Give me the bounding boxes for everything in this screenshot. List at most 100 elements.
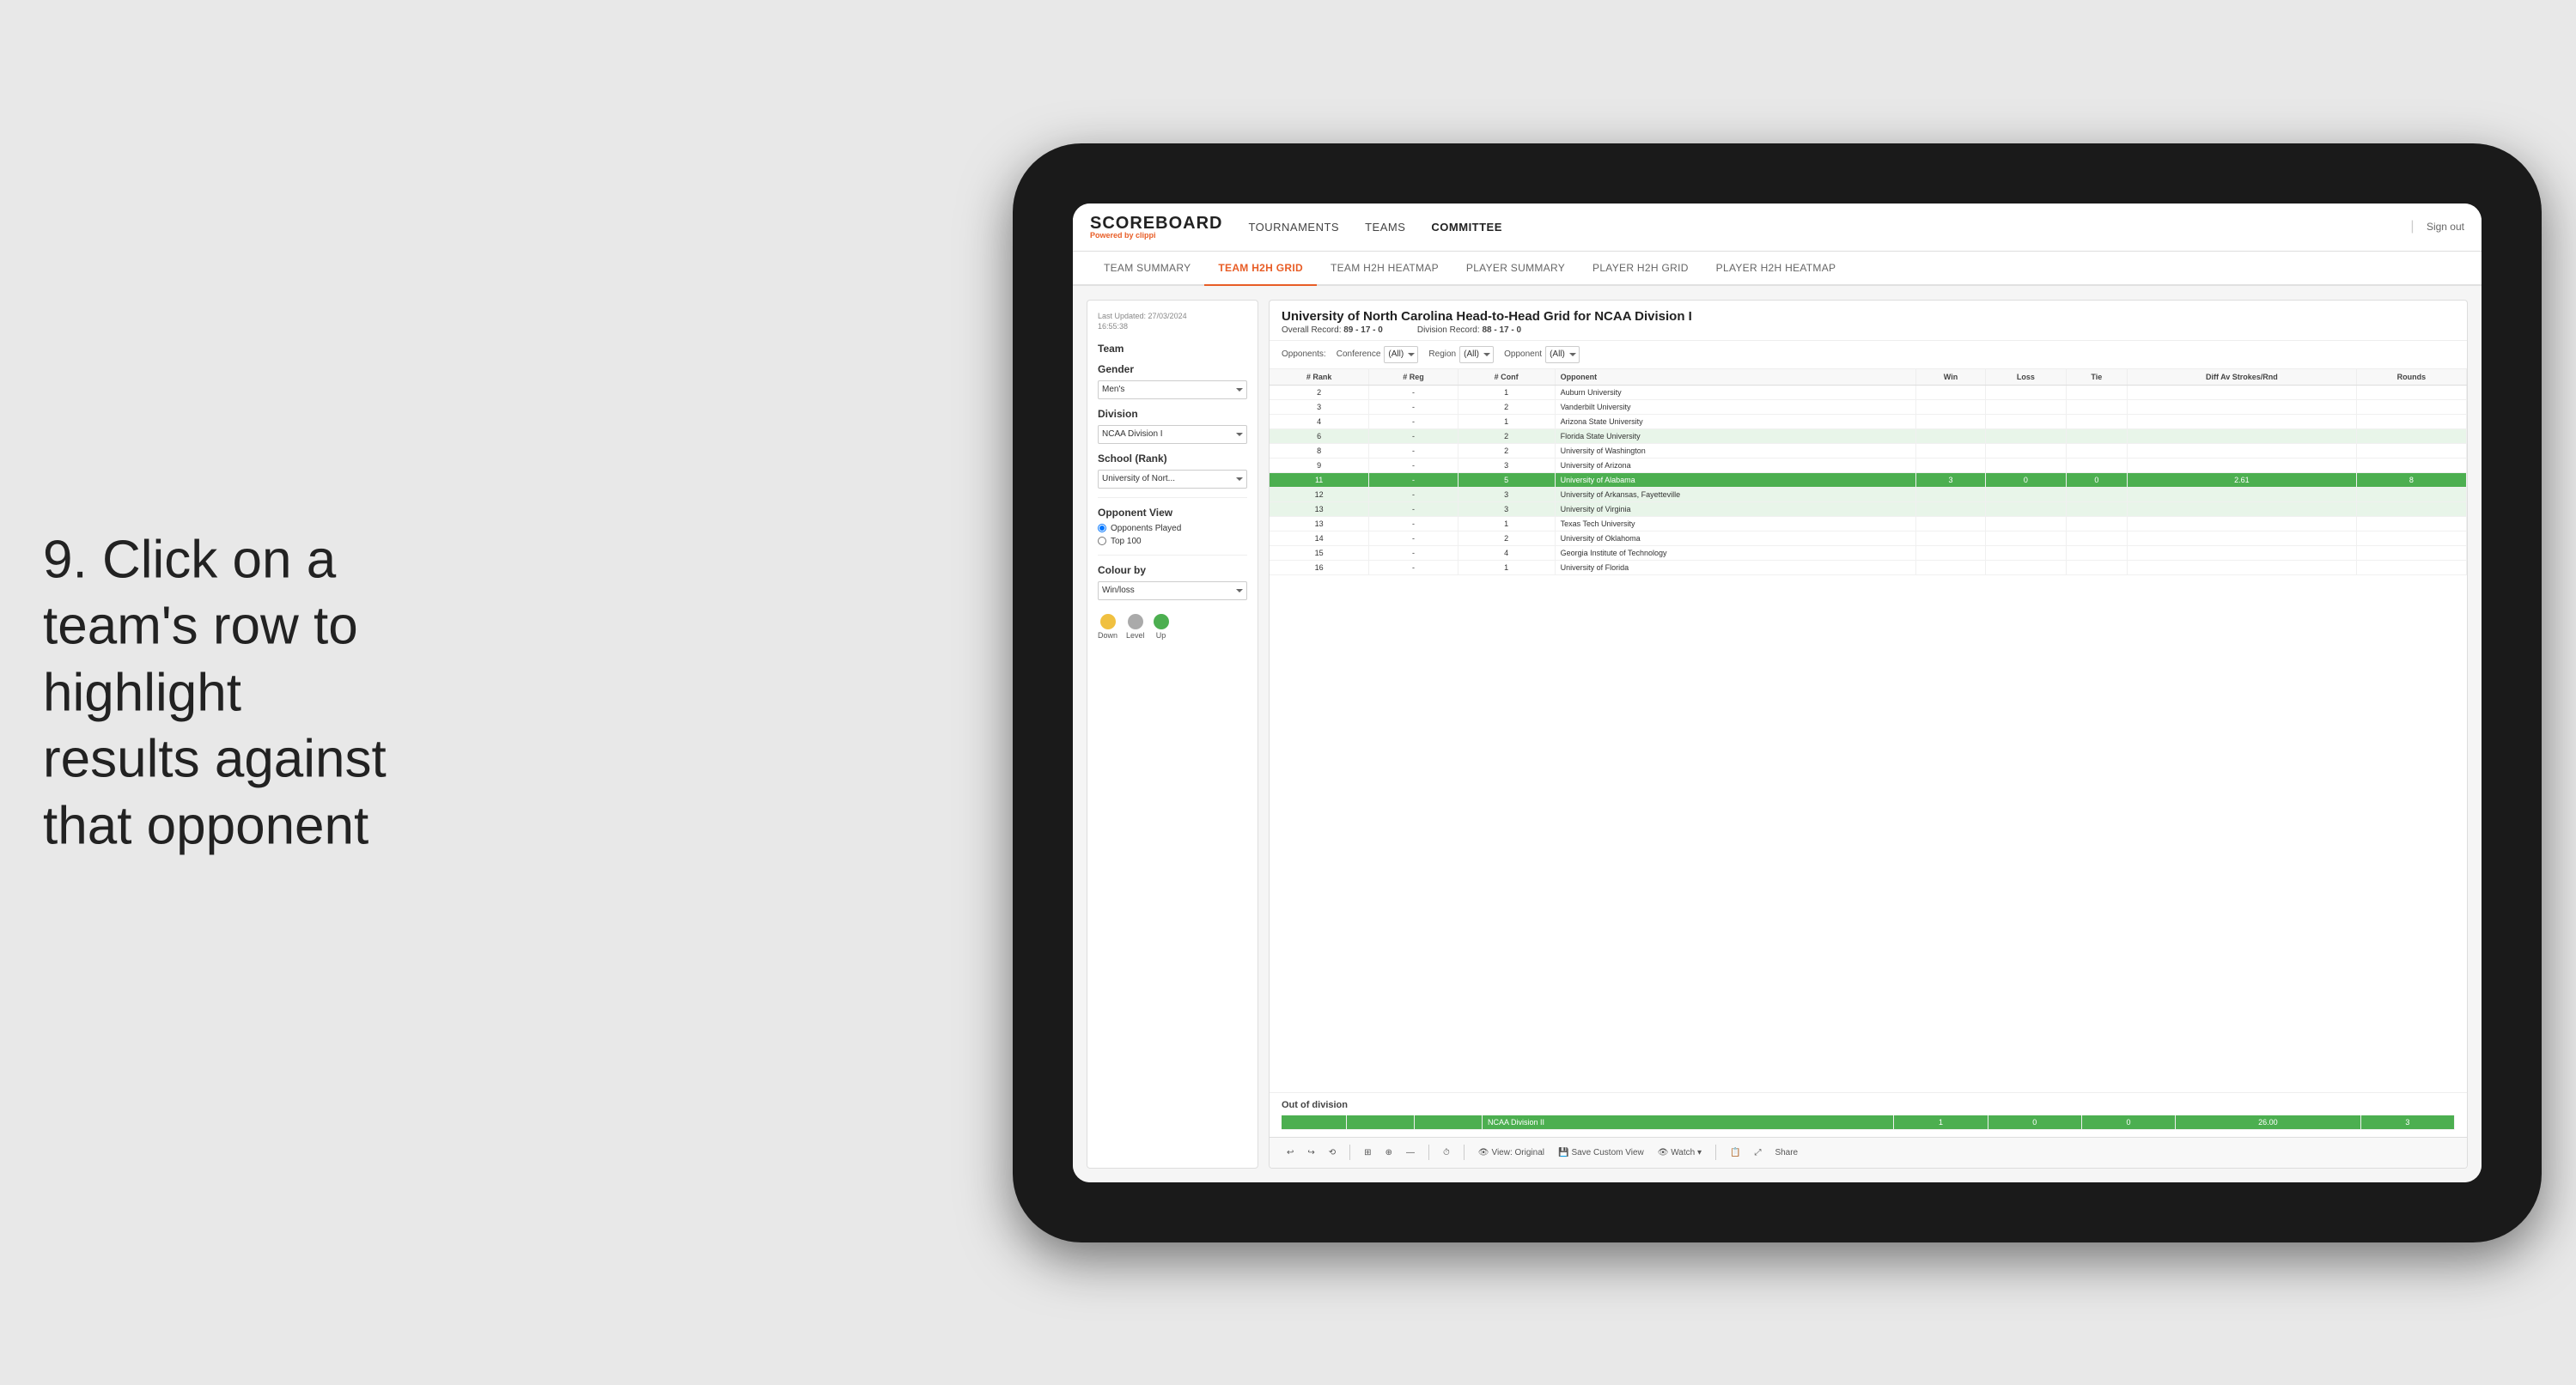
school-select[interactable]: University of Nort... xyxy=(1098,470,1247,489)
cell-rounds xyxy=(2356,501,2466,516)
instruction-block: 9. Click on a team's row to highlight re… xyxy=(43,526,404,860)
share-button[interactable]: Share xyxy=(1771,1146,1801,1159)
cell-tie: 0 xyxy=(2066,472,2127,487)
cell-reg: - xyxy=(1369,487,1458,501)
division-select[interactable]: NCAA Division I xyxy=(1098,425,1247,444)
expand-button[interactable]: ⤢ xyxy=(1751,1146,1764,1159)
cell-opponent: Auburn University xyxy=(1555,385,1915,399)
cell-rounds xyxy=(2356,414,2466,428)
legend-dot-up xyxy=(1154,614,1169,629)
colour-by-label: Colour by xyxy=(1098,564,1247,576)
clipboard-button[interactable]: 📋 xyxy=(1726,1146,1744,1159)
sub-nav-team-summary[interactable]: TEAM SUMMARY xyxy=(1090,252,1204,286)
nav-item-tournaments[interactable]: TOURNAMENTS xyxy=(1248,217,1339,237)
nav-item-teams[interactable]: TEAMS xyxy=(1365,217,1405,237)
col-tie: Tie xyxy=(2066,369,2127,386)
cell-reg: - xyxy=(1369,428,1458,443)
opponent-filter-select[interactable]: (All) xyxy=(1545,346,1580,363)
grid-button[interactable]: ⊞ xyxy=(1361,1146,1374,1159)
sub-nav-player-summary[interactable]: PLAYER SUMMARY xyxy=(1452,252,1579,286)
cell-win xyxy=(1915,414,1985,428)
division-label: Division xyxy=(1098,408,1247,420)
legend-dot-down xyxy=(1100,614,1116,629)
grid-table: # Rank # Reg # Conf Opponent Win Loss Ti… xyxy=(1270,369,2467,575)
table-row[interactable]: 2-1Auburn University xyxy=(1270,385,2467,399)
cell-opponent: University of Arizona xyxy=(1555,458,1915,472)
divider xyxy=(1098,497,1247,498)
region-filter-select[interactable]: (All) xyxy=(1459,346,1494,363)
cell-loss xyxy=(1986,443,2067,458)
main-content: Last Updated: 27/03/2024 16:55:38 Team G… xyxy=(1073,286,2482,1182)
table-row[interactable]: 14-2University of Oklahoma xyxy=(1270,531,2467,545)
redo-button[interactable]: ↪ xyxy=(1304,1146,1318,1159)
cell-conf: 4 xyxy=(1458,545,1555,560)
table-row[interactable]: 11-5University of Alabama3002.618 xyxy=(1270,472,2467,487)
cell-rounds: 8 xyxy=(2356,472,2466,487)
sign-out-link[interactable]: Sign out xyxy=(2427,221,2464,233)
sub-nav-player-h2h-heatmap[interactable]: PLAYER H2H HEATMAP xyxy=(1702,252,1850,286)
table-row[interactable]: 12-3University of Arkansas, Fayetteville xyxy=(1270,487,2467,501)
cell-win xyxy=(1915,516,1985,531)
table-row[interactable]: 16-1University of Florida xyxy=(1270,560,2467,574)
table-row[interactable]: 9-3University of Arizona xyxy=(1270,458,2467,472)
table-row[interactable]: 4-1Arizona State University xyxy=(1270,414,2467,428)
dash-button[interactable]: — xyxy=(1403,1146,1418,1159)
cell-diff xyxy=(2127,414,2356,428)
cell-loss xyxy=(1986,399,2067,414)
out-division-rounds: 3 xyxy=(2360,1115,2454,1130)
add-button[interactable]: ⊕ xyxy=(1382,1146,1396,1159)
grid-table-container[interactable]: # Rank # Reg # Conf Opponent Win Loss Ti… xyxy=(1270,369,2467,1092)
out-division-loss: 0 xyxy=(1988,1115,2081,1130)
cell-tie xyxy=(2066,385,2127,399)
out-of-division: Out of division NCAA Division II 1 0 xyxy=(1270,1092,2467,1137)
out-division-win: 1 xyxy=(1894,1115,1988,1130)
table-row[interactable]: 3-2Vanderbilt University xyxy=(1270,399,2467,414)
out-division-row[interactable]: NCAA Division II 1 0 0 26.00 3 xyxy=(1282,1115,2455,1130)
sub-nav-player-h2h-grid[interactable]: PLAYER H2H GRID xyxy=(1579,252,1702,286)
radio-top-100[interactable]: Top 100 xyxy=(1098,537,1247,546)
toolbar-sep-3 xyxy=(1464,1145,1465,1160)
cell-opponent: Texas Tech University xyxy=(1555,516,1915,531)
table-row[interactable]: 15-4Georgia Institute of Technology xyxy=(1270,545,2467,560)
cell-rounds xyxy=(2356,531,2466,545)
cell-tie xyxy=(2066,545,2127,560)
cell-rounds xyxy=(2356,516,2466,531)
save-custom-view-button[interactable]: 💾 Save Custom View xyxy=(1555,1146,1647,1159)
cell-loss: 0 xyxy=(1986,472,2067,487)
table-row[interactable]: 13-1Texas Tech University xyxy=(1270,516,2467,531)
undo-button[interactable]: ↩ xyxy=(1283,1146,1297,1159)
cell-rank: 16 xyxy=(1270,560,1369,574)
cell-loss xyxy=(1986,560,2067,574)
nav-item-committee[interactable]: COMMITTEE xyxy=(1431,217,1502,237)
sub-nav-team-h2h-grid[interactable]: TEAM H2H GRID xyxy=(1204,252,1317,286)
refresh-button[interactable]: ⟲ xyxy=(1325,1146,1339,1159)
cell-win xyxy=(1915,531,1985,545)
watch-button[interactable]: 👁 Watch ▾ xyxy=(1654,1146,1705,1159)
grid-title: University of North Carolina Head-to-Hea… xyxy=(1282,309,2455,324)
conference-filter-select[interactable]: (All) xyxy=(1384,346,1418,363)
cell-loss xyxy=(1986,428,2067,443)
cell-conf: 2 xyxy=(1458,443,1555,458)
filter-conference: Conference (All) xyxy=(1337,346,1419,363)
division-record: Division Record: 88 - 17 - 0 xyxy=(1417,325,1521,335)
cell-rank: 13 xyxy=(1270,516,1369,531)
cell-diff xyxy=(2127,516,2356,531)
out-of-division-title: Out of division xyxy=(1282,1100,2455,1110)
opponent-view-label: Opponent View xyxy=(1098,507,1247,519)
view-original-button[interactable]: 👁 View: Original xyxy=(1475,1146,1548,1159)
colour-by-select[interactable]: Win/loss xyxy=(1098,581,1247,600)
legend-down: Down xyxy=(1098,614,1117,640)
timer-button[interactable]: ⏱ xyxy=(1440,1146,1453,1159)
logo: SCOREBOARD Powered by clippi xyxy=(1090,215,1222,240)
table-row[interactable]: 13-3University of Virginia xyxy=(1270,501,2467,516)
filter-region: Region (All) xyxy=(1428,346,1494,363)
cell-win xyxy=(1915,501,1985,516)
table-row[interactable]: 6-2Florida State University xyxy=(1270,428,2467,443)
table-row[interactable]: 8-2University of Washington xyxy=(1270,443,2467,458)
cell-conf: 3 xyxy=(1458,501,1555,516)
cell-rounds xyxy=(2356,545,2466,560)
gender-select[interactable]: Men's xyxy=(1098,380,1247,399)
sub-nav-team-h2h-heatmap[interactable]: TEAM H2H HEATMAP xyxy=(1317,252,1452,286)
cell-conf: 2 xyxy=(1458,399,1555,414)
radio-opponents-played[interactable]: Opponents Played xyxy=(1098,524,1247,533)
